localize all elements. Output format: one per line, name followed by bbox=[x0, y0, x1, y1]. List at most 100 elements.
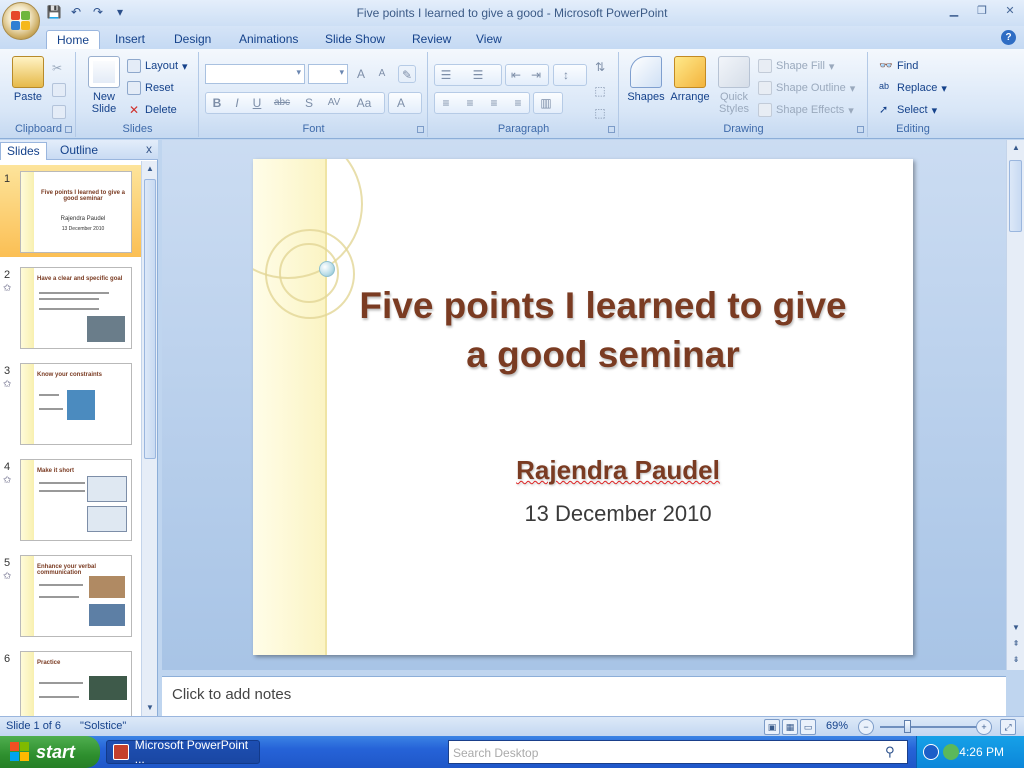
start-button[interactable]: start bbox=[0, 736, 100, 768]
align-left-icon[interactable]: ≡ bbox=[437, 94, 455, 112]
justify-icon[interactable]: ≡ bbox=[509, 94, 527, 112]
strikethrough-button[interactable]: abc bbox=[270, 94, 294, 112]
zoom-in-button[interactable]: + bbox=[976, 719, 992, 735]
tab-animations[interactable]: Animations bbox=[229, 30, 308, 50]
columns-icon[interactable]: ▥ bbox=[537, 94, 555, 112]
find-button[interactable]: 👓 Find bbox=[879, 56, 918, 76]
quick-styles-button[interactable]: Quick Styles bbox=[714, 56, 754, 115]
slide-date[interactable]: 13 December 2010 bbox=[413, 501, 823, 527]
panel-scrollbar[interactable]: ▲ ▼ bbox=[141, 161, 157, 716]
normal-view-icon[interactable]: ▣ bbox=[764, 719, 780, 735]
bold-button[interactable]: B bbox=[208, 94, 226, 112]
select-button[interactable]: ➚ Select ▾ bbox=[879, 100, 937, 120]
slide-thumbnail-5[interactable]: 5 ✩ Enhance your verbal communication bbox=[0, 549, 142, 641]
format-painter-button[interactable] bbox=[52, 102, 66, 122]
restore-icon[interactable]: ❐ bbox=[974, 4, 990, 18]
shape-effects-button[interactable]: Shape Effects ▾ bbox=[758, 100, 854, 120]
slide-thumbnail-2[interactable]: 2 ✩ Have a clear and specific goal bbox=[0, 261, 142, 353]
tab-review[interactable]: Review bbox=[402, 30, 461, 50]
clipboard-launcher-icon[interactable] bbox=[65, 126, 72, 133]
reset-button[interactable]: Reset bbox=[127, 78, 174, 98]
text-shadow-button[interactable]: S bbox=[300, 94, 318, 112]
slide-thumbnail-6[interactable]: 6 Practice bbox=[0, 645, 142, 716]
thumb-line bbox=[39, 482, 85, 484]
line-spacing-icon[interactable]: ↕ bbox=[557, 66, 575, 84]
align-center-icon[interactable]: ≡ bbox=[461, 94, 479, 112]
zoom-slider-track[interactable] bbox=[880, 726, 976, 728]
tab-slide-show[interactable]: Slide Show bbox=[315, 30, 395, 50]
editor-scrollbar[interactable]: ▲ ▼ ⇞ ⇟ bbox=[1006, 140, 1024, 670]
clear-formatting-button[interactable]: ✎ bbox=[398, 65, 416, 83]
align-text-icon[interactable]: ⬚ bbox=[591, 82, 609, 100]
decrease-indent-icon[interactable]: ⇤ bbox=[507, 66, 525, 84]
slide-sorter-icon[interactable]: ▦ bbox=[782, 719, 798, 735]
zoom-level[interactable]: 69% bbox=[826, 720, 848, 732]
next-slide-icon[interactable]: ⇟ bbox=[1007, 652, 1024, 668]
paragraph-launcher-icon[interactable] bbox=[608, 126, 615, 133]
scroll-up-icon[interactable]: ▲ bbox=[142, 161, 158, 177]
scroll-down-icon[interactable]: ▼ bbox=[1007, 620, 1024, 636]
shapes-button[interactable]: Shapes bbox=[626, 56, 666, 103]
delete-button[interactable]: ✕ Delete bbox=[127, 100, 177, 120]
font-launcher-icon[interactable] bbox=[417, 126, 424, 133]
fit-to-window-icon[interactable]: ⤢ bbox=[1000, 719, 1016, 735]
desktop-search-input[interactable]: Search Desktop ⚲ bbox=[448, 740, 908, 764]
previous-slide-icon[interactable]: ⇞ bbox=[1007, 636, 1024, 652]
close-icon[interactable]: ✕ bbox=[1002, 4, 1018, 18]
tab-insert[interactable]: Insert bbox=[105, 30, 155, 50]
shrink-font-button[interactable]: A bbox=[373, 65, 391, 83]
tab-view[interactable]: View bbox=[466, 30, 512, 50]
text-direction-icon[interactable]: ⇅ bbox=[591, 58, 609, 76]
layout-button[interactable]: Layout ▾ bbox=[127, 56, 188, 76]
italic-button[interactable]: I bbox=[228, 94, 246, 112]
slide-thumbnail-4[interactable]: 4 ✩ Make it short bbox=[0, 453, 142, 545]
change-case-button[interactable]: Aa bbox=[352, 94, 376, 112]
font-name-combo[interactable] bbox=[205, 64, 305, 84]
notes-pane[interactable]: Click to add notes bbox=[162, 676, 1006, 716]
bullets-icon[interactable]: ☰ bbox=[437, 66, 455, 84]
drawing-launcher-icon[interactable] bbox=[857, 126, 864, 133]
close-panel-icon[interactable]: x bbox=[146, 142, 152, 156]
font-color-button[interactable]: A bbox=[392, 94, 410, 112]
numbering-icon[interactable]: ☰ bbox=[469, 66, 487, 84]
panel-scroll-thumb[interactable] bbox=[144, 179, 156, 459]
replace-button[interactable]: ab Replace ▾ bbox=[879, 78, 947, 98]
increase-indent-icon[interactable]: ⇥ bbox=[527, 66, 545, 84]
animation-star-icon: ✩ bbox=[3, 571, 12, 582]
align-right-icon[interactable]: ≡ bbox=[485, 94, 503, 112]
slide-show-icon[interactable]: ▭ bbox=[800, 719, 816, 735]
tab-outline[interactable]: Outline bbox=[54, 142, 104, 160]
shape-outline-button[interactable]: Shape Outline ▾ bbox=[758, 78, 855, 98]
underline-button[interactable]: U bbox=[248, 94, 266, 112]
slide-author[interactable]: Rajendra Paudel bbox=[413, 455, 823, 486]
editor-scroll-thumb[interactable] bbox=[1009, 160, 1022, 232]
arrange-button[interactable]: Arrange bbox=[668, 56, 712, 103]
copy-button[interactable] bbox=[52, 80, 66, 100]
search-icon[interactable]: ⚲ bbox=[885, 744, 903, 762]
network-icon[interactable] bbox=[943, 744, 959, 760]
current-slide[interactable]: Five points I learned to give a good sem… bbox=[253, 159, 913, 655]
shape-fill-button[interactable]: Shape Fill ▾ bbox=[758, 56, 834, 76]
cut-button[interactable]: ✂ bbox=[52, 58, 66, 78]
paste-button[interactable]: Paste bbox=[6, 56, 50, 103]
font-size-combo[interactable] bbox=[308, 64, 348, 84]
smartart-icon[interactable]: ⬚ bbox=[591, 104, 609, 122]
tab-home[interactable]: Home bbox=[46, 30, 101, 50]
grow-font-button[interactable]: A bbox=[352, 65, 370, 83]
character-spacing-button[interactable]: AV bbox=[322, 94, 346, 112]
scroll-down-icon[interactable]: ▼ bbox=[142, 700, 158, 716]
slide-thumbnail-3[interactable]: 3 ✩ Know your constraints bbox=[0, 357, 142, 449]
office-button[interactable] bbox=[2, 2, 40, 40]
scroll-up-icon[interactable]: ▲ bbox=[1007, 140, 1024, 156]
help-icon[interactable]: ? bbox=[1001, 30, 1016, 45]
tray-arrow-icon[interactable] bbox=[923, 744, 939, 760]
tab-slides[interactable]: Slides bbox=[0, 142, 47, 160]
minimize-icon[interactable]: ▁ bbox=[946, 4, 962, 18]
zoom-slider-knob[interactable] bbox=[904, 720, 911, 733]
slide-title[interactable]: Five points I learned to give a good sem… bbox=[353, 281, 853, 379]
tab-design[interactable]: Design bbox=[164, 30, 221, 50]
zoom-out-button[interactable]: − bbox=[858, 719, 874, 735]
new-slide-button[interactable]: New Slide bbox=[81, 56, 127, 115]
slide-thumbnail-1[interactable]: 1 Five points I learned to give a good s… bbox=[0, 165, 142, 257]
taskbar-powerpoint[interactable]: Microsoft PowerPoint ... bbox=[106, 738, 260, 766]
